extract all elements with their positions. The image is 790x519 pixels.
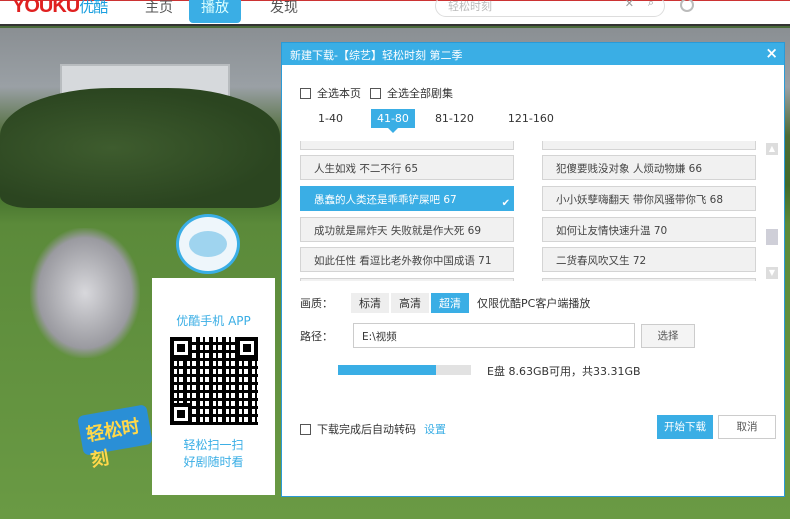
mascot-icon bbox=[176, 214, 240, 274]
quality-note: 仅限优酷PC客户端播放 bbox=[477, 297, 591, 310]
episode-item[interactable]: 人生如戏 不二不行 65 bbox=[300, 155, 514, 180]
scroll-up-icon[interactable]: ▲ bbox=[766, 143, 778, 155]
select-page-label: 全选本页 bbox=[317, 87, 361, 100]
quality-hd[interactable]: 高清 bbox=[391, 293, 429, 313]
nav-home[interactable]: 主页 bbox=[145, 0, 173, 17]
tab-81-120[interactable]: 81-120 bbox=[429, 109, 480, 128]
settings-link[interactable]: 设置 bbox=[424, 421, 446, 437]
new-download-dialog: 新建下载-【综艺】轻松时刻 第二季 × 全选本页 全选全部剧集 1-40 41-8… bbox=[281, 42, 785, 497]
auto-transcode-label: 下载完成后自动转码 bbox=[317, 423, 416, 436]
disk-info: E盘 8.63GB可用，共33.31GB bbox=[487, 365, 641, 378]
quality-row: 画质： 标清 高清 超清 仅限优酷PC客户端播放 bbox=[300, 293, 590, 313]
search-icon[interactable]: ⌕ bbox=[648, 0, 654, 10]
range-tabs: 1-40 41-80 81-120 121-160 bbox=[312, 109, 582, 133]
episode-item[interactable]: 如何让友情快速升温 70 bbox=[542, 217, 756, 242]
top-bar: YOUKU优酷 主页 播放 发现 轻松时刻 ✕ ⌕ bbox=[0, 0, 790, 26]
checkmark-icon: ✔ bbox=[501, 198, 510, 209]
episode-item[interactable]: 如此任性 看逗比老外教你中国成语 71 bbox=[300, 247, 514, 272]
tab-41-80[interactable]: 41-80 bbox=[370, 109, 415, 133]
qr-code bbox=[169, 337, 258, 425]
episode-item[interactable] bbox=[300, 278, 514, 281]
tab-1-40[interactable]: 1-40 bbox=[312, 109, 349, 128]
promo-line2: 好剧随时看 bbox=[183, 455, 244, 469]
episode-item-selected[interactable]: 愚蠢的人类还是乖乖铲屎吧 67 ✔ bbox=[300, 186, 514, 211]
promo-line1: 轻松扫一扫 bbox=[183, 438, 244, 452]
select-all-checkbox[interactable]: 全选全部剧集 bbox=[370, 85, 453, 101]
nav-play[interactable]: 播放 bbox=[189, 0, 241, 23]
search-input[interactable]: 轻松时刻 ✕ ⌕ bbox=[435, 0, 665, 17]
cancel-button[interactable]: 取消 bbox=[718, 415, 776, 439]
select-page-checkbox[interactable]: 全选本页 bbox=[300, 85, 361, 101]
checkbox-icon[interactable] bbox=[300, 87, 311, 99]
episode-item[interactable]: 成功就是屌炸天 失败就是作大死 69 bbox=[300, 217, 514, 242]
quality-sd[interactable]: 标清 bbox=[351, 293, 389, 313]
youku-logo[interactable]: YOUKU优酷 bbox=[12, 0, 108, 18]
episode-item[interactable] bbox=[542, 141, 756, 150]
episode-item[interactable]: 小小妖孽嗨翻天 带你风骚带你飞 68 bbox=[542, 186, 756, 211]
app-title: 优酷手机 APP bbox=[176, 314, 251, 328]
select-all-label: 全选全部剧集 bbox=[387, 87, 453, 100]
scrollbar-thumb[interactable] bbox=[766, 229, 778, 245]
history-icon[interactable] bbox=[680, 0, 694, 12]
episode-item[interactable]: 犯傻要贱没对象 人烦动物嫌 66 bbox=[542, 155, 756, 180]
checkbox-icon[interactable] bbox=[370, 87, 381, 99]
disk-usage-fill bbox=[338, 365, 437, 375]
checkbox-icon[interactable] bbox=[300, 423, 311, 435]
episode-list: 人生如戏 不二不行 65 犯傻要贱没对象 人烦动物嫌 66 愚蠢的人类还是乖乖铲… bbox=[300, 141, 760, 281]
clear-icon[interactable]: ✕ bbox=[625, 0, 634, 10]
tab-121-160[interactable]: 121-160 bbox=[502, 109, 560, 128]
app-promo-panel: 优酷手机 APP 轻松扫一扫 好剧随时看 bbox=[152, 278, 275, 495]
path-input[interactable]: E:\视频 bbox=[353, 323, 635, 348]
choose-button[interactable]: 选择 bbox=[641, 323, 695, 348]
disk-usage-bar bbox=[338, 365, 471, 375]
scrollbar[interactable]: ▲ ▼ bbox=[766, 141, 778, 281]
dog bbox=[30, 228, 140, 358]
close-icon[interactable]: × bbox=[765, 44, 778, 62]
hedge bbox=[0, 88, 280, 208]
scroll-down-icon[interactable]: ▼ bbox=[766, 267, 778, 279]
dialog-title: 新建下载-【综艺】轻松时刻 第二季 bbox=[290, 49, 463, 62]
nav-discover[interactable]: 发现 bbox=[270, 0, 298, 17]
episode-item[interactable] bbox=[542, 278, 756, 281]
episode-title: 愚蠢的人类还是乖乖铲屎吧 67 bbox=[314, 194, 457, 206]
path-label: 路径： bbox=[300, 329, 333, 343]
quality-super-hd[interactable]: 超清 bbox=[431, 293, 469, 313]
episode-item[interactable]: 二货春风吹又生 72 bbox=[542, 247, 756, 272]
path-row: 路径： E:\视频 选择 bbox=[300, 323, 695, 348]
quality-label: 画质： bbox=[300, 297, 333, 310]
auto-transcode-checkbox[interactable]: 下载完成后自动转码 设置 bbox=[300, 421, 446, 437]
episode-item[interactable] bbox=[300, 141, 514, 150]
dialog-header: 新建下载-【综艺】轻松时刻 第二季 × bbox=[282, 43, 784, 65]
start-download-button[interactable]: 开始下载 bbox=[657, 415, 713, 439]
